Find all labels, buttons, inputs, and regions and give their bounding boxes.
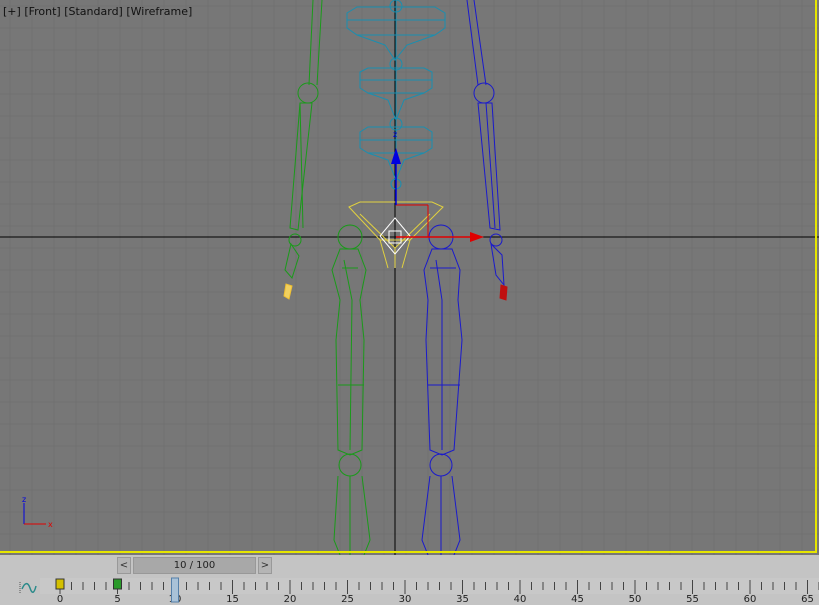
track-tick-label: 15 [226, 594, 239, 605]
gizmo-x-arrow[interactable] [470, 232, 484, 242]
prev-frame-button[interactable]: < [117, 557, 131, 574]
viewport-point-of-view-menu[interactable]: [Front] [24, 5, 60, 18]
track-tick-label: 60 [744, 594, 757, 605]
viewport-canvas[interactable]: z z x [0, 0, 819, 555]
animation-key[interactable] [55, 578, 65, 590]
gizmo-z-label: z [393, 130, 397, 139]
track-tick-labels: 05101520253035404550556065 [57, 594, 814, 605]
track-tick-label: 35 [456, 594, 469, 605]
tripod-x-label: x [48, 520, 53, 529]
current-frame-marker[interactable] [171, 577, 179, 603]
left-arm-bone[interactable] [284, 0, 323, 279]
time-slider[interactable]: < 10 / 100 > [117, 557, 272, 574]
viewport-front[interactable]: z z x [+] [Front] [Standard] [Wireframe] [0, 0, 819, 555]
time-slider-thumb[interactable]: 10 / 100 [133, 557, 256, 574]
animation-key[interactable] [113, 578, 122, 590]
track-tick-label: 50 [629, 594, 642, 605]
track-tick-label: 55 [686, 594, 699, 605]
tripod-z-label: z [22, 495, 26, 504]
track-tick-label: 30 [399, 594, 412, 605]
track-bar[interactable]: 05101520253035404550556065 [0, 575, 819, 605]
left-leg-bone[interactable] [331, 224, 371, 555]
grid [0, 0, 819, 555]
viewport-shading-menu[interactable]: [Wireframe] [126, 5, 192, 18]
left-hand-finger[interactable] [283, 283, 293, 300]
track-tick-label: 45 [571, 594, 584, 605]
track-tick-label: 20 [284, 594, 297, 605]
next-frame-button[interactable]: > [258, 557, 272, 574]
track-tick-label: 65 [801, 594, 814, 605]
track-tick-label: 40 [514, 594, 527, 605]
viewport-label-menu[interactable]: [+] [Front] [Standard] [Wireframe] [3, 5, 192, 18]
function-curve-icon[interactable] [18, 580, 38, 596]
track-tick-label: 25 [341, 594, 354, 605]
gizmo-z-arrow[interactable] [391, 148, 401, 164]
viewport-general-menu[interactable]: [+] [3, 5, 21, 18]
time-bar: < 10 / 100 > 05101520253035404550556065 [0, 555, 819, 605]
right-hand-finger[interactable] [499, 284, 508, 301]
track-tick-label: 5 [114, 594, 120, 605]
right-arm-bone[interactable] [466, 0, 505, 287]
viewport-standard-menu[interactable]: [Standard] [64, 5, 123, 18]
track-bar-background [40, 578, 819, 594]
track-tick-label: 0 [57, 594, 63, 605]
